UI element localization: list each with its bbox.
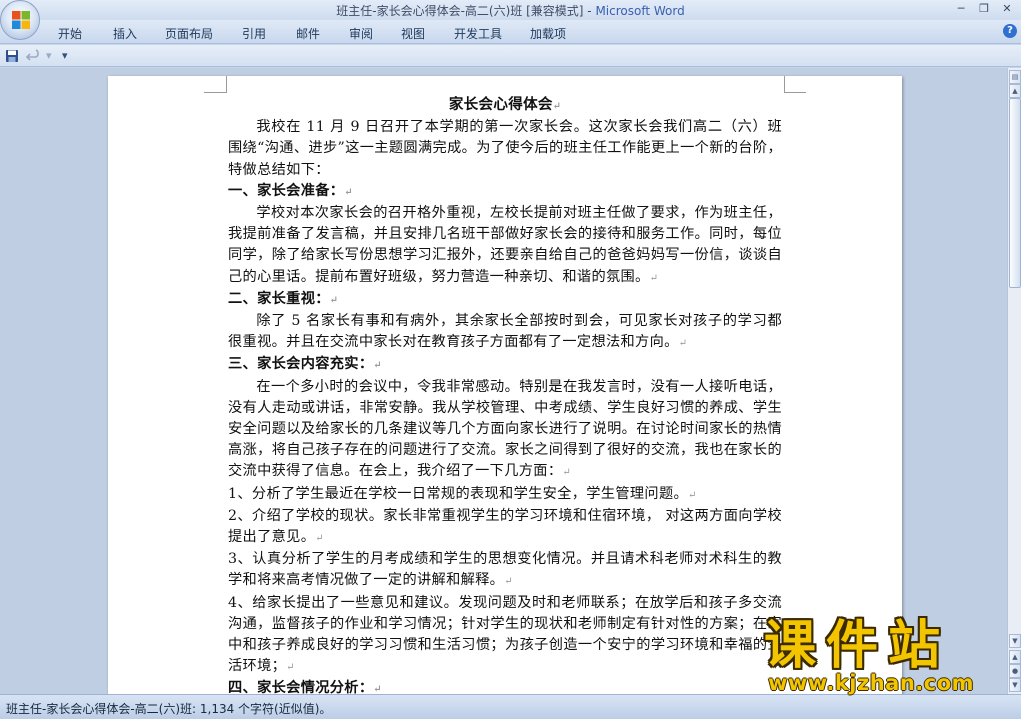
ruler-toggle-icon[interactable]: ▤ <box>1009 70 1021 84</box>
watermark-url: www.kjzhan.com <box>768 671 975 695</box>
paragraph-mark: ↵ <box>649 272 658 284</box>
maximize-icon[interactable]: ❐ <box>973 1 995 17</box>
paragraph-mark: ↵ <box>344 186 353 198</box>
section-heading-4: 四、家长会情况分析：↵ <box>228 678 782 694</box>
tab-view[interactable]: 视图 <box>401 25 425 42</box>
section-heading-2: 二、家长重视：↵ <box>228 289 782 311</box>
document-body[interactable]: 家长会心得体会↵ 我校在 11 月 9 日召开了本学期的第一次家长会。这次家长会… <box>228 94 782 694</box>
tab-insert[interactable]: 插入 <box>113 25 137 42</box>
tab-home[interactable]: 开始 <box>58 25 82 42</box>
heading-text: 二、家长重视： <box>228 290 330 307</box>
quick-access-toolbar: ▾ ▾ <box>0 45 1021 67</box>
office-logo-icon <box>12 11 30 29</box>
list-item-4: 4、给家长提出了一些意见和建议。发现问题及时和老师联系；在放学后和孩子多交流沟通… <box>228 593 782 679</box>
save-icon[interactable] <box>5 49 19 63</box>
tab-references[interactable]: 引用 <box>242 25 266 42</box>
list-item-1: 1、分析了学生最近在学校一日常规的表现和学生安全，学生管理问题。↵ <box>228 484 782 506</box>
paragraph-text: 学校对本次家长会的召开格外重视，左校长提前对班主任做了要求，作为班主任，我提前准… <box>228 205 782 285</box>
document-area: 家长会心得体会↵ 我校在 11 月 9 日召开了本学期的第一次家长会。这次家长会… <box>0 68 1007 694</box>
crop-mark <box>784 92 806 93</box>
document-title: 家长会心得体会↵ <box>228 94 782 117</box>
watermark-logo: 课件站 www.kjzhan.com <box>764 617 1014 695</box>
paragraph-mark: ↵ <box>504 576 513 588</box>
paragraph-intro: 我校在 11 月 9 日召开了本学期的第一次家长会。这次家长会我们高二（六）班围… <box>228 117 782 181</box>
section-heading-1: 一、家长会准备：↵ <box>228 181 782 203</box>
list-item-2: 2、介绍了学校的现状。家长非常重视学生的学习环境和住宿环境， 对这两方面向学校提… <box>228 506 782 549</box>
heading-text: 一、家长会准备： <box>228 182 345 199</box>
paragraph-mark: ↵ <box>315 533 324 545</box>
crop-mark <box>226 76 227 93</box>
paragraph-2: 除了 5 名家长有事和有病外，其余家长全部按时到会，可见家长对孩子的学习都很重视… <box>228 311 782 354</box>
dropdown-icon[interactable]: ▾ <box>62 49 68 63</box>
window-title-app: Microsoft Word <box>595 4 685 18</box>
paragraph-mark: ↵ <box>562 467 571 479</box>
list-item-text: 2、介绍了学校的现状。家长非常重视学生的学习环境和住宿环境， 对这两方面向学校提… <box>228 507 782 546</box>
status-text: 班主任-家长会心得体会-高二(六)班: 1,134 个字符(近似值)。 <box>6 702 332 716</box>
undo-dropdown-icon[interactable]: ▾ <box>46 49 52 63</box>
paragraph-text: 在一个多小时的会议中，令我非常感动。特别是在我发言时，没有一人接听电话，没有人走… <box>228 378 782 480</box>
paragraph-mark: ↵ <box>286 662 295 674</box>
heading-text: 四、家长会情况分析： <box>228 680 374 694</box>
paragraph-3: 在一个多小时的会议中，令我非常感动。特别是在我发言时，没有一人接听电话，没有人走… <box>228 377 782 484</box>
tab-add-ins[interactable]: 加载项 <box>530 25 566 42</box>
list-item-text: 4、给家长提出了一些意见和建议。发现问题及时和老师联系；在放学后和孩子多交流沟通… <box>228 594 782 675</box>
document-page[interactable]: 家长会心得体会↵ 我校在 11 月 9 日召开了本学期的第一次家长会。这次家长会… <box>108 76 902 694</box>
tab-mailings[interactable]: 邮件 <box>296 25 320 42</box>
paragraph-1: 学校对本次家长会的召开格外重视，左校长提前对班主任做了要求，作为班主任，我提前准… <box>228 203 782 289</box>
status-bar: 班主任-家长会心得体会-高二(六)班: 1,134 个字符(近似值)。 <box>0 694 1021 719</box>
window-title: 班主任-家长会心得体会-高二(六)班 [兼容模式] - Microsoft Wo… <box>0 2 1021 19</box>
paragraph-text: 除了 5 名家长有事和有病外，其余家长全部按时到会，可见家长对孩子的学习都很重视… <box>228 313 782 351</box>
ribbon-tabs: 开始 插入 页面布局 引用 邮件 审阅 视图 开发工具 加载项 ? <box>0 20 1021 44</box>
title-bar: 班主任-家长会心得体会-高二(六)班 [兼容模式] - Microsoft Wo… <box>0 0 1021 20</box>
section-heading-3: 三、家长会内容充实：↵ <box>228 354 782 376</box>
office-button[interactable] <box>0 0 40 40</box>
close-icon[interactable]: ✕ <box>996 1 1018 17</box>
scrollbar-thumb[interactable] <box>1009 98 1021 288</box>
tab-review[interactable]: 审阅 <box>349 25 373 42</box>
heading-text: 三、家长会内容充实： <box>228 356 374 373</box>
scroll-up-icon[interactable]: ▲ <box>1009 84 1021 98</box>
minimize-icon[interactable]: ─ <box>950 1 972 17</box>
tab-developer[interactable]: 开发工具 <box>454 25 502 42</box>
window-title-document: 班主任-家长会心得体会-高二(六)班 [兼容模式] <box>336 4 584 18</box>
crop-mark <box>784 76 785 93</box>
vertical-scrollbar[interactable]: ▤ ▲ ▼ ▲ ● ▼ <box>1007 68 1021 694</box>
paragraph-mark: ↵ <box>678 338 688 350</box>
paragraph-mark: ↵ <box>373 360 382 372</box>
paragraph-mark: ↵ <box>373 684 382 694</box>
window-title-separator: - <box>583 4 596 18</box>
help-icon[interactable]: ? <box>1003 24 1017 38</box>
paragraph-text: 我校在 11 月 9 日召开了本学期的第一次家长会。这次家长会我们高二（六）班围… <box>228 119 782 178</box>
tab-page-layout[interactable]: 页面布局 <box>165 25 213 42</box>
undo-icon[interactable] <box>26 49 42 63</box>
paragraph-mark: ↵ <box>552 101 562 112</box>
crop-mark <box>204 92 226 93</box>
document-title-text: 家长会心得体会 <box>448 96 553 113</box>
list-item-3: 3、认真分析了学生的月考成绩和学生的思想变化情况。并且请术科老师对术科生的教学和… <box>228 549 782 592</box>
paragraph-mark: ↵ <box>688 489 697 501</box>
list-item-text: 1、分析了学生最近在学校一日常规的表现和学生安全，学生管理问题。 <box>228 485 689 502</box>
paragraph-mark: ↵ <box>329 294 339 306</box>
watermark-text: 课件站 <box>764 616 951 676</box>
